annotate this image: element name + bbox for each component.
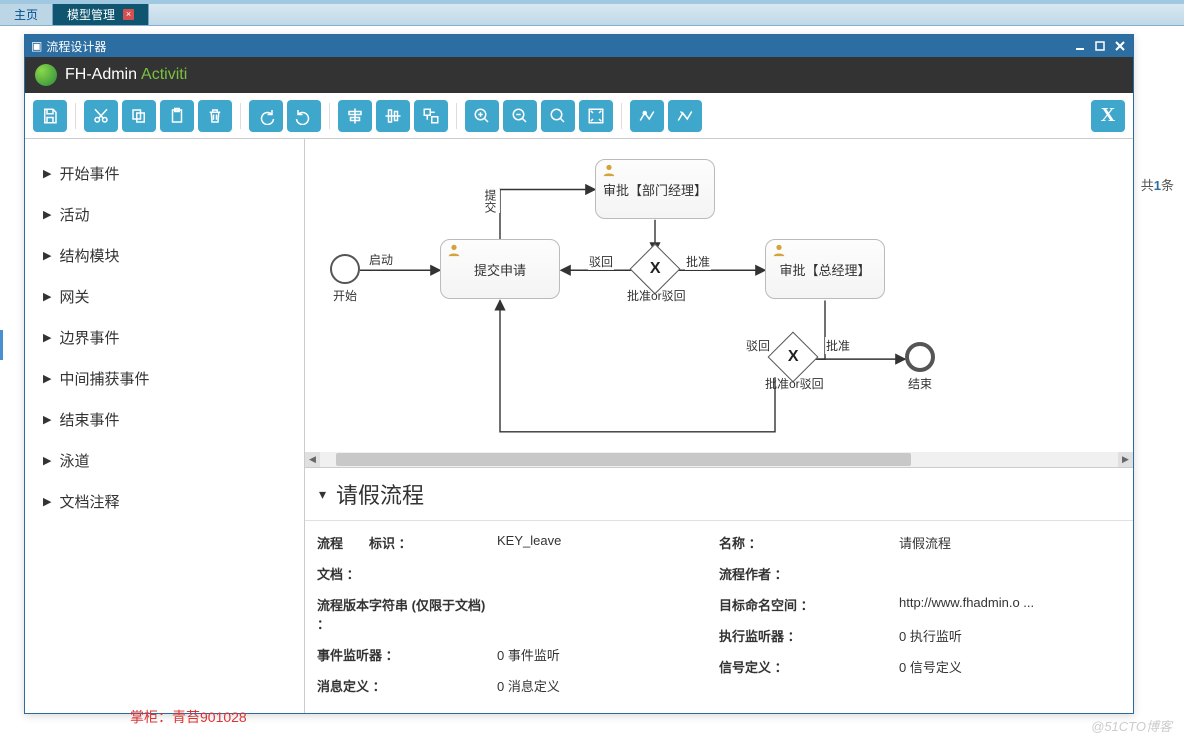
watermark: @51CTO博客 <box>1091 716 1172 735</box>
palette-boundary-events[interactable]: ▶边界事件 <box>43 317 286 358</box>
app-header: FH-Admin Activiti <box>25 57 1133 93</box>
properties-panel: ▾ 请假流程 流程 标识 ：KEY_leave 文档 ： 流程版本字符串 (仅限… <box>305 467 1133 713</box>
palette-annotation[interactable]: ▶文档注释 <box>43 481 286 522</box>
palette-start-events[interactable]: ▶开始事件 <box>43 153 286 194</box>
tab-model-manage[interactable]: 模型管理 × <box>53 4 149 25</box>
paste-button[interactable] <box>160 100 194 132</box>
user-icon <box>772 243 786 257</box>
prop-message-def[interactable]: 消息定义 ：0 消息定义 <box>317 670 719 701</box>
delete-button[interactable] <box>198 100 232 132</box>
caret-icon: ▶ <box>43 331 51 344</box>
edge-reject-2: 驳回 <box>745 337 771 354</box>
caret-icon: ▶ <box>43 290 51 303</box>
logo-icon <box>35 64 57 86</box>
edge-reject-1: 驳回 <box>588 253 614 270</box>
caret-icon: ▶ <box>43 413 51 426</box>
palette-catch-events[interactable]: ▶中间捕获事件 <box>43 358 286 399</box>
same-size-button[interactable] <box>414 100 448 132</box>
tab-home[interactable]: 主页 <box>0 4 53 25</box>
align-h-button[interactable] <box>338 100 372 132</box>
caret-icon: ▶ <box>43 249 51 262</box>
record-count: 共1条 <box>1141 175 1174 194</box>
user-icon <box>602 163 616 177</box>
prop-author[interactable]: 流程作者 ： <box>719 558 1121 589</box>
palette: ▶开始事件 ▶活动 ▶结构模块 ▶网关 ▶边界事件 ▶中间捕获事件 ▶结束事件 … <box>25 139 305 713</box>
zoom-in-button[interactable] <box>465 100 499 132</box>
gateway-2-label: 批准or驳回 <box>765 375 824 392</box>
end-event[interactable] <box>905 342 935 372</box>
scroll-right-icon[interactable]: ▶ <box>1118 452 1133 467</box>
prop-namespace[interactable]: 目标命名空间 ：http://www.fhadmin.o ... <box>719 589 1121 620</box>
bpmn-canvas[interactable]: 开始 提交申请 审批【部门经理】 X 批准or驳回 审批【总经理】 X 批准or… <box>305 139 1133 452</box>
redo-button[interactable] <box>249 100 283 132</box>
prop-name[interactable]: 名称 ：请假流程 <box>719 527 1121 558</box>
window-title: 流程设计器 <box>46 38 106 55</box>
edge-approve-2: 批准 <box>825 337 851 354</box>
tab-close-icon[interactable]: × <box>123 9 134 20</box>
caret-icon: ▶ <box>43 208 51 221</box>
brand-text: FH-Admin <box>65 66 137 84</box>
palette-structure[interactable]: ▶结构模块 <box>43 235 286 276</box>
footer-text: 掌柜：青苔901028 <box>130 707 247 727</box>
copy-button[interactable] <box>122 100 156 132</box>
save-button[interactable] <box>33 100 67 132</box>
user-icon <box>447 243 461 257</box>
cut-button[interactable] <box>84 100 118 132</box>
left-accent <box>0 330 3 360</box>
window-icon: ▣ <box>31 39 42 53</box>
designer-window: ▣ 流程设计器 FH-Admin Activiti X <box>24 34 1134 714</box>
brand-activiti: Activiti <box>141 66 187 84</box>
tab-model-label: 模型管理 <box>67 6 115 23</box>
edge-approve-1: 批准 <box>685 253 711 270</box>
zoom-reset-button[interactable] <box>541 100 575 132</box>
prop-version[interactable]: 流程版本字符串 (仅限于文档) ： <box>317 589 719 639</box>
window-titlebar[interactable]: ▣ 流程设计器 <box>25 35 1133 57</box>
palette-end-events[interactable]: ▶结束事件 <box>43 399 286 440</box>
prop-signal-def[interactable]: 信号定义 ：0 信号定义 <box>719 651 1121 682</box>
bendpoint-add-button[interactable] <box>630 100 664 132</box>
undo-button[interactable] <box>287 100 321 132</box>
window-minimize-icon[interactable] <box>1073 39 1087 53</box>
palette-activities[interactable]: ▶活动 <box>43 194 286 235</box>
caret-icon: ▶ <box>43 454 51 467</box>
canvas-scrollbar[interactable]: ◀ ▶ <box>305 452 1133 467</box>
window-close-icon[interactable] <box>1113 39 1127 53</box>
scroll-left-icon[interactable]: ◀ <box>305 452 320 467</box>
zoom-out-button[interactable] <box>503 100 537 132</box>
chevron-down-icon: ▾ <box>319 486 326 503</box>
end-label: 结束 <box>908 375 932 392</box>
edge-submit: 提交 <box>481 189 500 213</box>
bendpoint-remove-button[interactable] <box>668 100 702 132</box>
prop-doc[interactable]: 文档 ： <box>317 558 719 589</box>
caret-icon: ▶ <box>43 372 51 385</box>
gateway-1-label: 批准or驳回 <box>627 287 686 304</box>
zoom-fit-button[interactable] <box>579 100 613 132</box>
prop-event-listener[interactable]: 事件监听器 ：0 事件监听 <box>317 639 719 670</box>
scroll-thumb[interactable] <box>336 453 911 466</box>
caret-icon: ▶ <box>43 167 51 180</box>
edge-start: 启动 <box>368 251 394 268</box>
start-label: 开始 <box>333 287 357 304</box>
window-maximize-icon[interactable] <box>1093 39 1107 53</box>
prop-exec-listener[interactable]: 执行监听器 ：0 执行监听 <box>719 620 1121 651</box>
start-event[interactable] <box>330 254 360 284</box>
align-v-button[interactable] <box>376 100 410 132</box>
properties-header[interactable]: ▾ 请假流程 <box>305 468 1133 521</box>
tabbar: 主页 模型管理 × <box>0 4 1184 26</box>
toolbar: X <box>25 93 1133 139</box>
task-submit[interactable]: 提交申请 <box>440 239 560 299</box>
task-gm[interactable]: 审批【总经理】 <box>765 239 885 299</box>
properties-title: 请假流程 <box>336 478 424 510</box>
caret-icon: ▶ <box>43 495 51 508</box>
palette-swimlane[interactable]: ▶泳道 <box>43 440 286 481</box>
palette-gateways[interactable]: ▶网关 <box>43 276 286 317</box>
editor-close-button[interactable]: X <box>1091 100 1125 132</box>
task-dept[interactable]: 审批【部门经理】 <box>595 159 715 219</box>
prop-process-id[interactable]: 流程 标识 ：KEY_leave <box>317 527 719 558</box>
